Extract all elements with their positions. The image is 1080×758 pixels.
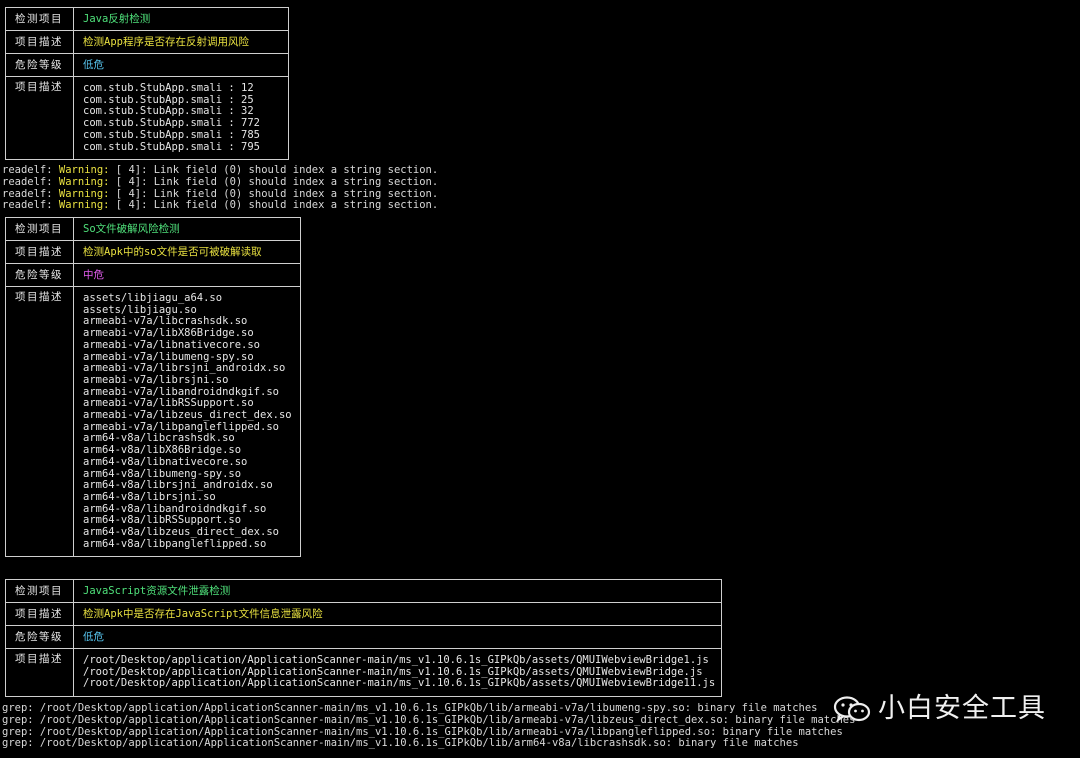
terminal-output: 检测项目 Java反射检测 项目描述 检测App程序是否存在反射调用风险 危险等…	[0, 0, 1080, 758]
log-message: [ 4]: Link field (0) should index a stri…	[109, 164, 439, 176]
log-prefix: readelf:	[2, 199, 59, 211]
detail-line: armeabi-v7a/libnativecore.so	[83, 338, 261, 351]
detail-line: com.stub.StubApp.smali : 12	[83, 82, 254, 94]
result-card-so-crack-risk: 检测项目 So文件破解风险检测 项目描述 检测Apk中的so文件是否可被破解读取…	[5, 217, 301, 558]
row-key: 检测项目	[6, 580, 74, 602]
card-row-item: 检测项目 So文件破解风险检测	[6, 218, 300, 240]
grep-output-line: grep: /root/Desktop/application/Applicat…	[2, 737, 799, 749]
card-row-description: 项目描述 检测App程序是否存在反射调用风险	[6, 30, 288, 53]
log-message: [ 4]: Link field (0) should index a stri…	[109, 176, 439, 188]
readelf-warning-line: readelf: Warning: [ 4]: Link field (0) s…	[2, 176, 439, 189]
row-key: 项目描述	[6, 31, 74, 53]
card-row-details: 项目描述 com.stub.StubApp.smali : 12 com.stu…	[6, 76, 288, 160]
detail-line: armeabi-v7a/libzeus_direct_dex.so	[83, 409, 292, 422]
wechat-icon	[832, 695, 872, 723]
readelf-warning-line: readelf: Warning: [ 4]: Link field (0) s…	[2, 199, 439, 212]
row-value: 检测App程序是否存在反射调用风险	[83, 36, 249, 48]
watermark-text: 小白安全工具	[878, 693, 1046, 725]
row-value: 中危	[83, 269, 104, 281]
details-list: assets/libjiagu_a64.so assets/libjiagu.s…	[74, 287, 300, 556]
row-key: 项目描述	[6, 649, 74, 697]
card-row-risk-level: 危险等级 低危	[6, 625, 721, 648]
row-key: 项目描述	[6, 241, 74, 263]
card-row-risk-level: 危险等级 低危	[6, 53, 288, 76]
detail-line: com.stub.StubApp.smali : 785	[83, 128, 261, 141]
row-value: 检测Apk中的so文件是否可被破解读取	[83, 246, 262, 258]
card-row-details: 项目描述 assets/libjiagu_a64.so assets/libji…	[6, 286, 300, 557]
row-key: 项目描述	[6, 77, 74, 160]
result-card-java-reflection: 检测项目 Java反射检测 项目描述 检测App程序是否存在反射调用风险 危险等…	[5, 7, 289, 161]
grep-output-line: grep: /root/Desktop/application/Applicat…	[2, 702, 818, 714]
card-row-risk-level: 危险等级 中危	[6, 263, 300, 286]
row-key: 项目描述	[6, 603, 74, 625]
row-value: JavaScript资源文件泄露检测	[83, 585, 231, 597]
detail-line: arm64-v8a/libpangleflipped.so	[83, 537, 267, 550]
details-list: com.stub.StubApp.smali : 12 com.stub.Stu…	[74, 77, 288, 159]
detail-line: arm64-v8a/librsjni.so	[83, 490, 216, 503]
row-key: 检测项目	[6, 218, 74, 240]
detail-line: arm64-v8a/libzeus_direct_dex.so	[83, 526, 279, 539]
log-prefix: readelf:	[2, 176, 59, 188]
readelf-warning-line: readelf: Warning: [ 4]: Link field (0) s…	[2, 164, 439, 177]
row-key: 危险等级	[6, 54, 74, 76]
row-value: 低危	[83, 631, 104, 643]
watermark: 小白安全工具	[832, 692, 1046, 726]
row-value: Java反射检测	[83, 13, 151, 25]
card-row-description: 项目描述 检测Apk中的so文件是否可被破解读取	[6, 240, 300, 263]
grep-output-line: grep: /root/Desktop/application/Applicat…	[2, 714, 856, 726]
log-message: [ 4]: Link field (0) should index a stri…	[109, 199, 439, 211]
detail-line: armeabi-v7a/librsjni.so	[83, 373, 229, 386]
details-list: /root/Desktop/application/ApplicationSca…	[74, 649, 721, 696]
warning-label: Warning:	[58, 164, 110, 176]
log-prefix: readelf:	[2, 164, 59, 176]
card-row-item: 检测项目 Java反射检测	[6, 8, 288, 30]
row-value: 检测Apk中是否存在JavaScript文件信息泄露风险	[83, 608, 323, 620]
row-key: 检测项目	[6, 8, 74, 30]
detail-line: /root/Desktop/application/ApplicationSca…	[83, 654, 709, 666]
card-row-item: 检测项目 JavaScript资源文件泄露检测	[6, 580, 721, 602]
result-card-javascript-leak: 检测项目 JavaScript资源文件泄露检测 项目描述 检测Apk中是否存在J…	[5, 579, 722, 698]
warning-label: Warning:	[58, 176, 110, 188]
detail-line: arm64-v8a/libnativecore.so	[83, 455, 248, 468]
warning-label: Warning:	[58, 199, 110, 211]
row-key: 危险等级	[6, 264, 74, 286]
row-key: 项目描述	[6, 287, 74, 557]
row-value: So文件破解风险检测	[83, 223, 180, 235]
card-row-details: 项目描述 /root/Desktop/application/Applicati…	[6, 648, 721, 697]
detail-line: assets/libjiagu_a64.so	[83, 292, 223, 304]
detail-line: /root/Desktop/application/ApplicationSca…	[83, 677, 716, 690]
detail-line: com.stub.StubApp.smali : 795	[83, 140, 261, 153]
row-key: 危险等级	[6, 626, 74, 648]
row-value: 低危	[83, 59, 104, 71]
card-row-description: 项目描述 检测Apk中是否存在JavaScript文件信息泄露风险	[6, 602, 721, 625]
